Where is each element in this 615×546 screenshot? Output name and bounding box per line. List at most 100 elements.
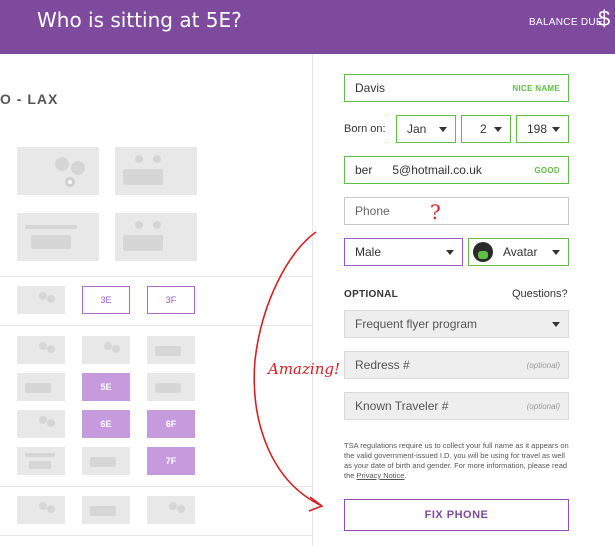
birth-month-select[interactable]: Jan [396, 115, 456, 143]
row-divider [0, 325, 312, 326]
face-mouth [123, 169, 163, 185]
face-dot [153, 155, 161, 163]
chevron-down-icon [494, 126, 502, 132]
email-field[interactable]: ber 5@hotmail.co.uk GOOD [344, 156, 569, 184]
privacy-notice-link[interactable]: Privacy Notice [357, 471, 405, 480]
chevron-down-icon [439, 126, 447, 132]
face-dot [39, 416, 47, 424]
chevron-down-icon [446, 249, 454, 255]
known-traveler-optional-hint: (optional) [526, 401, 560, 411]
seat-occupied [17, 373, 65, 401]
frequent-flyer-value: Frequent flyer program [355, 317, 478, 331]
tsa-notice-end: . [404, 471, 407, 480]
page-title: Who is sitting at 5E? [37, 8, 242, 32]
face-mouth [155, 383, 181, 393]
face-dot [135, 221, 143, 229]
seat-occupied [82, 447, 130, 475]
face-dot [47, 295, 55, 303]
last-name-valid-badge: NICE NAME [512, 83, 560, 93]
last-name-field[interactable]: Davis NICE NAME [344, 74, 569, 102]
row-divider [0, 276, 312, 277]
face-mouth [25, 383, 51, 393]
seat-7f[interactable]: 7F [147, 447, 195, 475]
route-label: O - LAX [0, 91, 59, 107]
seat-6e[interactable]: 6E [82, 410, 130, 438]
seat-occupied [17, 447, 65, 475]
balance-due-amount: $ [598, 6, 611, 31]
seat-occupied [17, 286, 65, 314]
birth-month-value: Jan [407, 122, 427, 136]
chevron-down-icon [552, 321, 560, 327]
seat-occupied [17, 213, 99, 261]
last-name-value: Davis [355, 81, 386, 95]
avatar-icon [473, 242, 493, 262]
annotation-arrow-head [308, 496, 324, 512]
seat-6f[interactable]: 6F [147, 410, 195, 438]
redress-placeholder: Redress # [355, 358, 410, 372]
birth-day-value: 2 [480, 122, 487, 136]
seat-3f[interactable]: 3F [147, 286, 195, 314]
redress-optional-hint: (optional) [526, 360, 560, 370]
seat-occupied [147, 373, 195, 401]
avatar-label: Avatar [503, 245, 538, 259]
row-divider [0, 486, 312, 487]
email-value: ber 5@hotmail.co.uk [355, 163, 482, 177]
gender-value: Male [355, 245, 382, 259]
email-valid-badge: GOOD [534, 165, 560, 175]
seat-occupied [17, 336, 65, 364]
birth-year-select[interactable]: 198 [516, 115, 569, 143]
face-mouth [25, 225, 77, 229]
row-divider [0, 535, 312, 536]
face-dot [153, 221, 161, 229]
seat-occupied [17, 496, 65, 524]
redress-field[interactable]: Redress # (optional) [344, 351, 569, 379]
face-dot [47, 419, 55, 427]
birth-day-select[interactable]: 2 [461, 115, 511, 143]
seat-occupied [147, 336, 195, 364]
optional-heading: OPTIONAL [344, 289, 399, 300]
phone-field[interactable]: Phone [344, 197, 569, 225]
gender-select[interactable]: Male [344, 238, 463, 266]
balance-due-label: BALANCE DUE [529, 17, 603, 28]
face-dot [104, 342, 112, 350]
birth-year-value: 198 [527, 122, 548, 136]
face-mouth [155, 346, 181, 356]
face-dot [47, 345, 55, 353]
known-traveler-field[interactable]: Known Traveler # (optional) [344, 392, 569, 420]
seat-occupied [17, 410, 65, 438]
annotation-question-mark: ? [430, 200, 441, 224]
fix-phone-button[interactable]: FIX PHONE [344, 499, 569, 531]
chevron-down-icon [552, 126, 560, 132]
seat-5e[interactable]: 5E [82, 373, 130, 401]
frequent-flyer-select[interactable]: Frequent flyer program [344, 310, 569, 338]
avatar-select[interactable]: Avatar [468, 238, 569, 266]
face-dot [55, 157, 69, 171]
face-dot [135, 155, 143, 163]
face-mouth [31, 235, 71, 249]
questions-link[interactable]: Questions? [512, 288, 568, 300]
face-dot [112, 345, 120, 353]
seat-3e[interactable]: 3E [82, 286, 130, 314]
header-bar: Who is sitting at 5E? BALANCE DUE $ [0, 0, 615, 54]
face-dot [39, 502, 47, 510]
panel-divider [312, 54, 313, 546]
face-mouth [123, 235, 163, 251]
seat-occupied [115, 147, 197, 195]
face-dot [169, 502, 177, 510]
face-mouth [25, 453, 55, 457]
phone-placeholder: Phone [355, 204, 390, 218]
face-dot [71, 161, 85, 175]
born-on-label: Born on: [344, 123, 386, 135]
face-mouth [29, 461, 51, 469]
chevron-down-icon [552, 249, 560, 255]
seat-occupied [147, 496, 195, 524]
face-mouth [90, 457, 116, 467]
face-dot [177, 505, 185, 513]
tsa-notice: TSA regulations require us to collect yo… [344, 441, 570, 481]
seat-occupied [82, 336, 130, 364]
seat-occupied [115, 213, 197, 261]
annotation-amazing: Amazing! [268, 360, 340, 378]
face-dot [68, 180, 72, 184]
face-dot [39, 292, 47, 300]
face-dot [47, 505, 55, 513]
